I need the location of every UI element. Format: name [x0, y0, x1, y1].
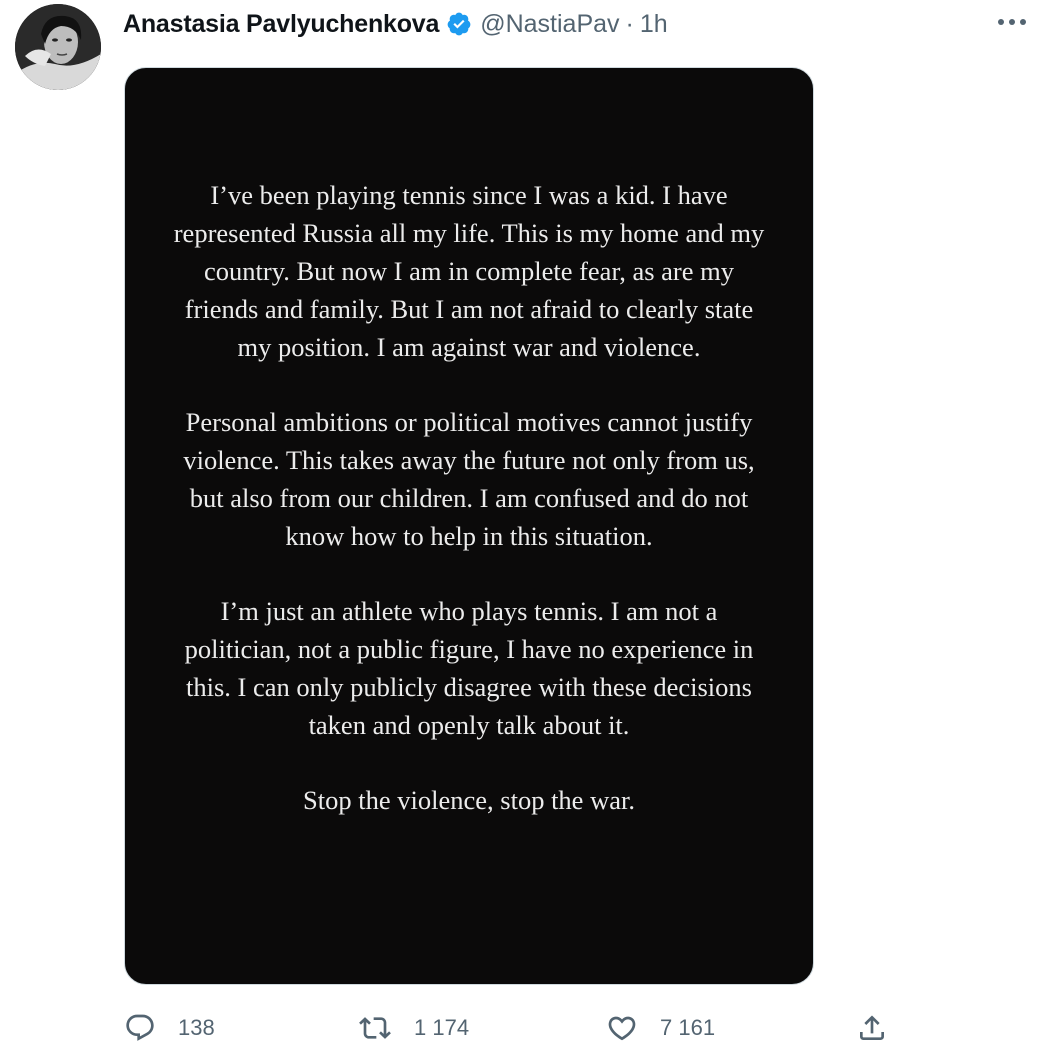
reply-icon: [124, 1012, 156, 1044]
statement-paragraph: Stop the violence, stop the war.: [303, 785, 635, 815]
heart-icon: [606, 1012, 638, 1044]
reply-button[interactable]: 138: [124, 1008, 215, 1048]
statement-paragraph: I’m just an athlete who plays tennis. I …: [184, 596, 754, 740]
retweet-icon: [358, 1012, 392, 1044]
avatar[interactable]: [15, 4, 101, 90]
like-button[interactable]: 7 161: [606, 1008, 715, 1048]
avatar-image: [15, 4, 101, 90]
retweet-button[interactable]: 1 174: [358, 1008, 469, 1048]
share-button[interactable]: [856, 1008, 888, 1048]
more-options-icon[interactable]: [994, 4, 1030, 40]
separator-dot: ·: [625, 9, 634, 38]
statement-paragraph: I’ve been playing tennis since I was a k…: [173, 180, 765, 362]
like-count: 7 161: [660, 1015, 716, 1040]
tweet-actions-bar: 138 1 174 7 161: [124, 1008, 904, 1048]
author-name[interactable]: Anastasia Pavlyuchenkova: [123, 10, 439, 39]
reply-count: 138: [178, 1015, 215, 1040]
verified-badge-icon: [446, 11, 472, 37]
tweet-header: Anastasia Pavlyuchenkova @NastiaPav · 1h: [123, 4, 1040, 44]
statement-text: I’ve been playing tennis since I was a k…: [125, 176, 813, 856]
statement-paragraph: Personal ambitions or political motives …: [183, 407, 755, 551]
share-icon: [856, 1012, 888, 1044]
author-handle[interactable]: @NastiaPav: [480, 10, 619, 39]
tweet-media-image[interactable]: I’ve been playing tennis since I was a k…: [124, 67, 814, 985]
retweet-count: 1 174: [414, 1015, 470, 1040]
tweet-timestamp[interactable]: 1h: [640, 10, 668, 39]
